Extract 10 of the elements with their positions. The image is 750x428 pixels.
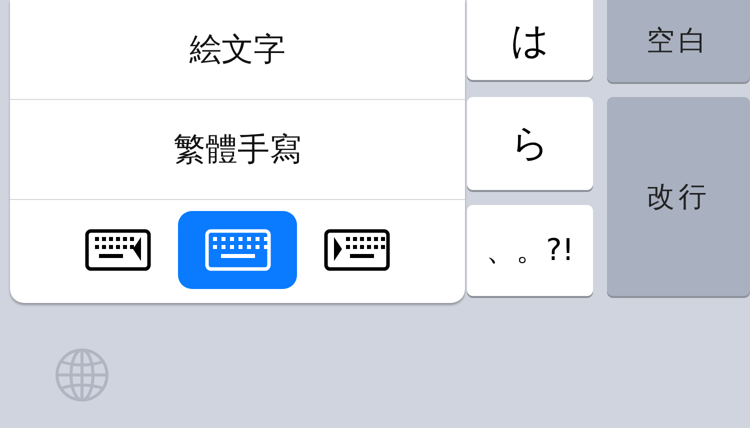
keyboard-key[interactable]: 、。?! — [467, 205, 593, 296]
keyboard-icon — [84, 229, 151, 271]
keyboard-key[interactable]: ら — [467, 97, 593, 190]
keyboard-key[interactable]: は — [467, 0, 593, 80]
keyboard-icon — [204, 229, 270, 271]
keyboard-icon — [324, 229, 390, 271]
keyboard-menu-item[interactable]: 絵文字 — [10, 0, 465, 100]
keyboard-key[interactable]: 空白 — [607, 0, 750, 82]
keyboard-menu-item[interactable]: 繁體手寫 — [10, 100, 465, 200]
keyboard-key[interactable]: 改行 — [607, 97, 750, 296]
